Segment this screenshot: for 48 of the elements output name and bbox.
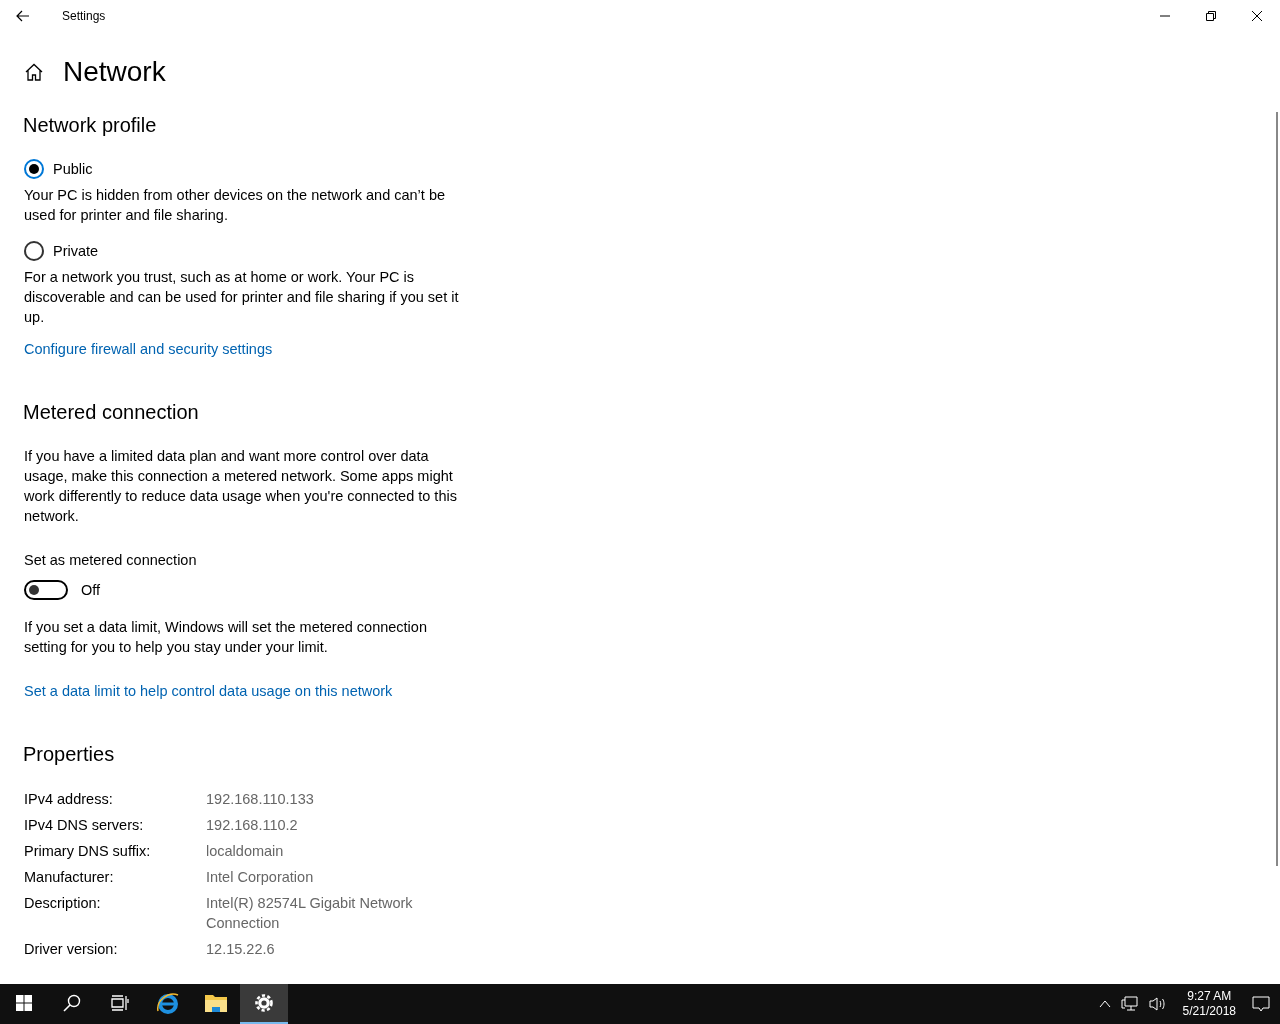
property-label: IPv4 DNS servers: (24, 816, 145, 835)
property-label: Driver version: (24, 940, 119, 959)
property-value: 192.168.110.133 (206, 790, 315, 809)
property-value: localdomain (206, 842, 285, 861)
info-text: If you set a data limit, Windows will set the metered connection setting for you to help you stay under your limit. (24, 618, 428, 657)
scrollbar[interactable] (1276, 112, 1278, 866)
close-icon (1252, 11, 1262, 21)
network-icon[interactable] (1120, 996, 1139, 1012)
folder-icon (204, 993, 228, 1013)
property-label: Manufacturer: (24, 868, 115, 887)
property-label: Description: (24, 894, 102, 913)
start-icon (16, 995, 32, 1011)
browser-icon (156, 991, 180, 1015)
property-label: IPv4 address: (24, 790, 114, 809)
radio-label: Private (53, 242, 99, 261)
restore-icon (1206, 11, 1216, 21)
settings-link[interactable]: Configure firewall and security settings (24, 339, 273, 359)
radio-button[interactable] (24, 159, 44, 179)
back-arrow-icon (16, 10, 30, 22)
chevron-up-icon[interactable] (1098, 1000, 1111, 1008)
option-description: Your PC is hidden from other devices on the network and can’t be used for printer and file sharing. (24, 186, 447, 225)
option-description: For a network you trust, such as at home or work. Your PC is discoverable and can be used for printer and file sharing if you set it up. (24, 268, 460, 327)
section-heading: Properties (23, 742, 116, 767)
clock-time[interactable]: 9:27 AM (1187, 989, 1232, 1004)
task-view-icon (111, 995, 129, 1011)
clock-date[interactable]: 5/21/2018 (1182, 1004, 1236, 1019)
property-value: Intel Corporation (206, 868, 315, 887)
speaker-icon[interactable] (1148, 996, 1167, 1012)
page-title: Network (63, 56, 166, 88)
home-icon[interactable] (24, 62, 44, 82)
section-description: If you have a limited data plan and want more control over data usage, make this connection a metered network. Some apps might work differently to reduce data usage when you're connected to this network. (24, 447, 458, 526)
search-icon (63, 994, 81, 1012)
property-label: Primary DNS suffix: (24, 842, 152, 861)
property-value: Intel(R) 82574L Gigabit Network Connection (206, 894, 414, 933)
notification-icon[interactable] (1252, 995, 1270, 1013)
section-heading: Network profile (23, 113, 158, 138)
toggle-switch[interactable] (24, 580, 68, 600)
radio-label: Public (53, 160, 93, 179)
property-value: 12.15.22.6 (206, 940, 276, 959)
taskbar-button[interactable] (240, 984, 288, 1024)
radio-button[interactable] (24, 241, 44, 261)
property-value: 192.168.110.2 (206, 816, 299, 835)
toggle-state: Off (81, 581, 101, 600)
section-heading: Metered connection (23, 400, 200, 425)
data-limit-link[interactable]: Set a data limit to help control data usage on this network (24, 681, 393, 701)
window-title: Settings (62, 9, 106, 23)
toggle-label: Set as metered connection (24, 551, 198, 570)
gear-icon (254, 993, 274, 1013)
